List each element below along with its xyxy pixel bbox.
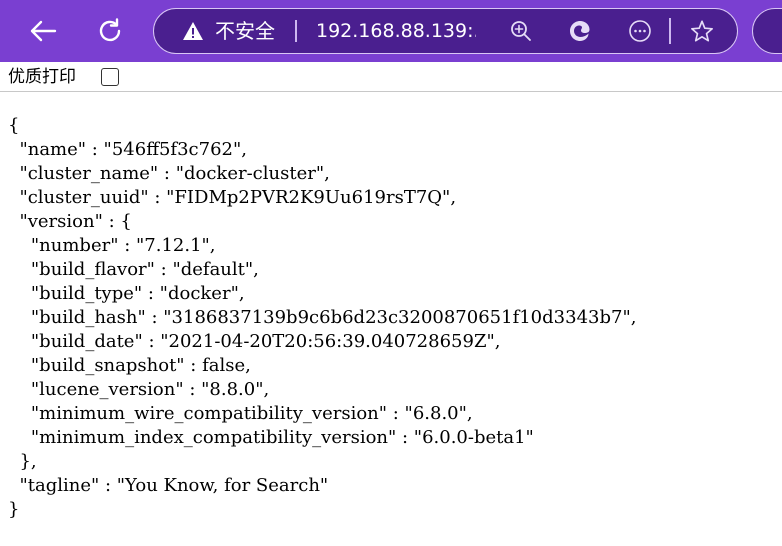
json-line: "tagline" : "You Know, for Search" <box>8 475 329 496</box>
edge-icon <box>570 21 590 41</box>
json-line: "build_snapshot" : false, <box>8 355 251 376</box>
json-line: "cluster_name" : "docker-cluster", <box>8 163 330 184</box>
json-line: }, <box>8 451 37 472</box>
json-content: { "name" : "546ff5f3c762", "cluster_name… <box>8 114 778 522</box>
favorite-star-icon <box>691 20 713 42</box>
warning-icon[interactable] <box>182 21 204 41</box>
address-bar[interactable]: 不安全 192.168.88.139:... <box>153 8 738 54</box>
json-line: { <box>8 115 20 136</box>
json-line: "build_date" : "2021-04-20T20:56:39.0407… <box>8 331 501 352</box>
json-line: "number" : "7.12.1", <box>8 235 216 256</box>
pretty-print-bar: 优质打印 <box>0 62 782 92</box>
pretty-print-label[interactable]: 优质打印 <box>8 66 76 88</box>
json-line: } <box>8 499 20 520</box>
zoom-icon <box>511 21 531 41</box>
json-line: "name" : "546ff5f3c762", <box>8 139 247 160</box>
json-line: "lucene_version" : "8.8.0", <box>8 379 270 400</box>
favorite-button[interactable] <box>690 19 714 43</box>
browser-window: 不安全 192.168.88.139:... 优质打印 {"name": "… <box>0 0 782 546</box>
back-arrow-icon <box>30 20 57 42</box>
json-line: "build_flavor" : "default", <box>8 259 259 280</box>
browser-toolbar: 不安全 192.168.88.139:... <box>0 0 782 62</box>
zoom-button[interactable] <box>509 19 533 43</box>
profile-button[interactable] <box>752 8 782 54</box>
more-button[interactable] <box>628 19 652 43</box>
address-divider-2 <box>669 18 671 44</box>
json-line: "cluster_uuid" : "FIDMp2PVR2K9Uu619rsT7Q… <box>8 187 457 208</box>
json-line: "minimum_index_compatibility_version" : … <box>8 427 534 448</box>
edge-button[interactable] <box>568 19 592 43</box>
url-text[interactable]: 192.168.88.139:... <box>316 19 476 43</box>
pretty-print-checkbox[interactable] <box>101 68 119 86</box>
json-line: "version" : { <box>8 211 132 232</box>
back-button[interactable] <box>21 9 65 53</box>
address-divider <box>295 20 297 42</box>
json-line: "build_hash" : "3186837139b9c6b6d23c3200… <box>8 307 637 328</box>
reload-icon <box>99 18 121 42</box>
reload-button[interactable] <box>88 9 132 53</box>
more-icon <box>629 20 651 42</box>
json-line: "minimum_wire_compatibility_version" : "… <box>8 403 473 424</box>
security-status-label[interactable]: 不安全 <box>215 19 275 43</box>
json-line: "build_type" : "docker", <box>8 283 245 304</box>
